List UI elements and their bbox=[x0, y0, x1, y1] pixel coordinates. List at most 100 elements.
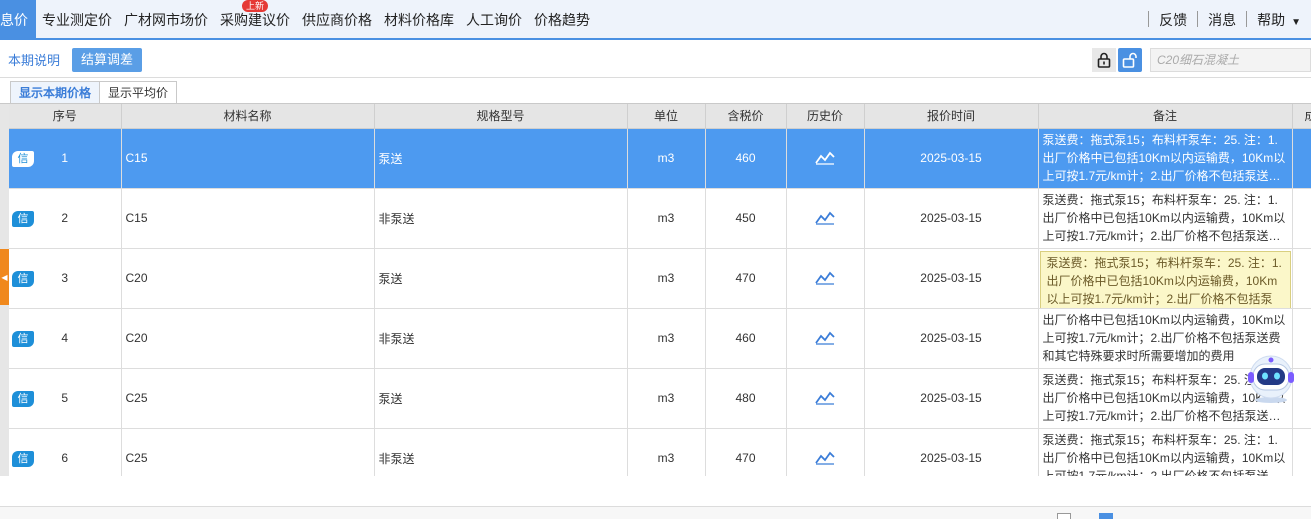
header-tax-price[interactable]: 含税价 bbox=[705, 104, 787, 129]
spec-cell: 泵送 bbox=[374, 248, 628, 309]
info-tag[interactable]: 信 bbox=[12, 210, 34, 227]
quote-date-cell: 2025-03-15 bbox=[864, 248, 1039, 309]
nav-items: 息价 专业测定价 广材网市场价 采购建议价 上新 供应商价格 材料价格库 人工询价 价格趋势 bbox=[0, 0, 596, 38]
seq-number: 2 bbox=[61, 211, 69, 225]
table-row[interactable]: 信 3 C20 泵送 m3 470 2025-03-15 泵送费：拖式泵15；布料杆泵车：25… bbox=[9, 248, 1311, 309]
header-note[interactable]: 备注 bbox=[1038, 104, 1293, 129]
extra-cell bbox=[1292, 428, 1311, 476]
history-price-cell[interactable] bbox=[786, 188, 865, 249]
feedback-link[interactable]: 反馈 bbox=[1153, 0, 1193, 38]
table-row[interactable]: 信 5 C25 泵送 m3 480 2025-03-15 泵送费：拖式泵15；布料杆泵车：25… bbox=[9, 368, 1311, 429]
info-tag[interactable]: 信 bbox=[12, 390, 34, 407]
trend-line-icon[interactable] bbox=[815, 391, 835, 406]
note-cell[interactable]: 泵送费：拖式泵15；布料杆泵车：25. 注：1.出厂价格中已包括10Km以内运输… bbox=[1038, 248, 1293, 309]
history-price-cell[interactable] bbox=[786, 428, 865, 476]
header-extra[interactable]: 成 bbox=[1292, 104, 1311, 129]
tax-price-cell: 470 bbox=[705, 428, 787, 476]
seq-cell: 信2 bbox=[9, 188, 122, 249]
nav-item-2[interactable]: 广材网市场价 bbox=[118, 0, 214, 38]
robot-assistant-icon[interactable] bbox=[1244, 352, 1298, 404]
trend-line-icon[interactable] bbox=[815, 211, 835, 226]
nav-item-label: 价格趋势 bbox=[534, 12, 590, 28]
quote-date-cell: 2025-03-15 bbox=[864, 188, 1039, 249]
material-name-cell: C25 bbox=[121, 428, 375, 476]
spec-cell: 非泵送 bbox=[374, 308, 628, 369]
history-price-cell[interactable] bbox=[786, 368, 865, 429]
note-text: 泵送费：拖式泵15；布料杆泵车：25. 注：1.出厂价格中已包括10Km以内运输… bbox=[1042, 432, 1286, 477]
trend-line-icon[interactable] bbox=[815, 151, 835, 166]
nav-right: 反馈 消息 帮助 ▼ bbox=[1144, 0, 1311, 38]
header-material-name[interactable]: 材料名称 bbox=[121, 104, 375, 129]
info-tag[interactable]: 信 bbox=[12, 150, 34, 167]
nav-separator bbox=[1148, 11, 1150, 27]
price-table: 序号 材料名称 规格型号 单位 含税价 历史价 报价时间 备注 成 信1C15泵… bbox=[9, 104, 1311, 476]
tax-price-cell: 450 bbox=[705, 188, 787, 249]
table-row[interactable]: 信 1 C15 泵送 m3 460 2025-03-15 泵送费：拖式泵15；布料杆泵车：25… bbox=[9, 128, 1311, 189]
nav-item-5[interactable]: 材料价格库 bbox=[378, 0, 460, 38]
seq-number: 1 bbox=[61, 151, 69, 165]
tax-price-cell: 460 bbox=[705, 308, 787, 369]
nav-item-3[interactable]: 采购建议价 上新 bbox=[214, 0, 296, 38]
history-price-cell[interactable] bbox=[786, 308, 865, 369]
note-cell[interactable]: 泵送费：拖式泵15；布料杆泵车：25. 注：1.出厂价格中已包括10Km以内运输… bbox=[1038, 428, 1293, 477]
header-history-price[interactable]: 历史价 bbox=[786, 104, 865, 129]
seq-number: 6 bbox=[61, 451, 69, 465]
note-tooltip: 泵送费：拖式泵15；布料杆泵车：25. 注：1.出厂价格中已包括10Km以内运输… bbox=[1039, 250, 1291, 307]
nav-item-label: 采购建议价 bbox=[220, 12, 290, 28]
seq-number: 4 bbox=[61, 331, 69, 345]
help-menu[interactable]: 帮助 ▼ bbox=[1251, 0, 1311, 38]
extra-cell bbox=[1292, 128, 1311, 189]
settlement-adjust-button[interactable]: 结算调差 bbox=[72, 47, 143, 72]
history-price-cell[interactable] bbox=[786, 128, 865, 189]
search-input[interactable] bbox=[1150, 48, 1311, 72]
top-navigation: 息价 专业测定价 广材网市场价 采购建议价 上新 供应商价格 材料价格库 人工询价 价格趋势 反… bbox=[0, 0, 1311, 40]
table-row[interactable]: 信 6 C25 非泵送 m3 470 2025-03-15 泵送费：拖式泵15；布料杆泵车：2… bbox=[9, 428, 1311, 476]
nav-item-label: 息价 bbox=[0, 12, 28, 28]
price-view-tabs: 显示本期价格 显示平均价 bbox=[0, 80, 1311, 104]
nav-separator bbox=[1246, 11, 1248, 27]
note-text: 泵送费：拖式泵15；布料杆泵车：25. 注：1.出厂价格中已包括10Km以内运输… bbox=[1042, 132, 1286, 183]
tab-average-price[interactable]: 显示平均价 bbox=[99, 81, 178, 103]
nav-item-1[interactable]: 专业测定价 bbox=[36, 0, 118, 38]
history-price-cell[interactable] bbox=[786, 248, 865, 309]
header-unit[interactable]: 单位 bbox=[627, 104, 706, 129]
trend-line-icon[interactable] bbox=[815, 271, 835, 286]
extra-cell bbox=[1292, 248, 1311, 309]
nav-item-6[interactable]: 人工询价 bbox=[460, 0, 528, 38]
seq-cell: 信1 bbox=[9, 128, 122, 189]
table-row[interactable]: 信 4 C20 非泵送 m3 460 2025-03-15 出厂价格中已包括10Km以内运输费… bbox=[9, 308, 1311, 369]
period-note-link[interactable]: 本期说明 bbox=[8, 50, 60, 69]
nav-item-0[interactable]: 息价 bbox=[0, 0, 36, 38]
header-seq[interactable]: 序号 bbox=[9, 104, 122, 129]
tab-current-price[interactable]: 显示本期价格 bbox=[10, 81, 101, 103]
unit-cell: m3 bbox=[627, 368, 706, 429]
trend-line-icon[interactable] bbox=[815, 331, 835, 346]
note-cell[interactable]: 泵送费：拖式泵15；布料杆泵车：25. 注：1.出厂价格中已包括10Km以内运输… bbox=[1038, 188, 1293, 249]
header-quote-date[interactable]: 报价时间 bbox=[864, 104, 1039, 129]
table-row[interactable]: 信 2 C15 非泵送 m3 450 2025-03-15 泵送费：拖式泵15；布料杆泵车：2… bbox=[9, 188, 1311, 249]
nav-item-4[interactable]: 供应商价格 bbox=[296, 0, 378, 38]
material-name-cell: C15 bbox=[121, 188, 375, 249]
unit-cell: m3 bbox=[627, 428, 706, 476]
new-badge: 上新 bbox=[241, 0, 269, 12]
trend-line-icon[interactable] bbox=[815, 451, 835, 466]
spec-cell: 非泵送 bbox=[374, 428, 628, 476]
note-cell[interactable]: 泵送费：拖式泵15；布料杆泵车：25. 注：1.出厂价格中已包括10Km以内运输… bbox=[1038, 128, 1293, 189]
seq-cell: 信5 bbox=[9, 368, 122, 429]
nav-item-7[interactable]: 价格趋势 bbox=[528, 0, 596, 38]
info-tag[interactable]: 信 bbox=[12, 330, 34, 347]
messages-link[interactable]: 消息 bbox=[1202, 0, 1242, 38]
info-tag[interactable]: 信 bbox=[12, 270, 34, 287]
header-spec[interactable]: 规格型号 bbox=[374, 104, 628, 129]
seq-cell: 信6 bbox=[9, 428, 122, 476]
nav-item-label: 专业测定价 bbox=[42, 12, 112, 28]
nav-item-label: 供应商价格 bbox=[302, 12, 372, 28]
unlock-icon[interactable] bbox=[1118, 48, 1142, 72]
status-toggle[interactable] bbox=[1057, 513, 1071, 519]
material-name-cell: C15 bbox=[121, 128, 375, 189]
nav-item-label: 材料价格库 bbox=[384, 12, 454, 28]
info-tag[interactable]: 信 bbox=[12, 450, 34, 467]
lock-icon[interactable] bbox=[1092, 48, 1116, 72]
collapse-handle[interactable]: ◀ bbox=[0, 249, 9, 305]
status-view-toggle[interactable] bbox=[1099, 513, 1113, 519]
